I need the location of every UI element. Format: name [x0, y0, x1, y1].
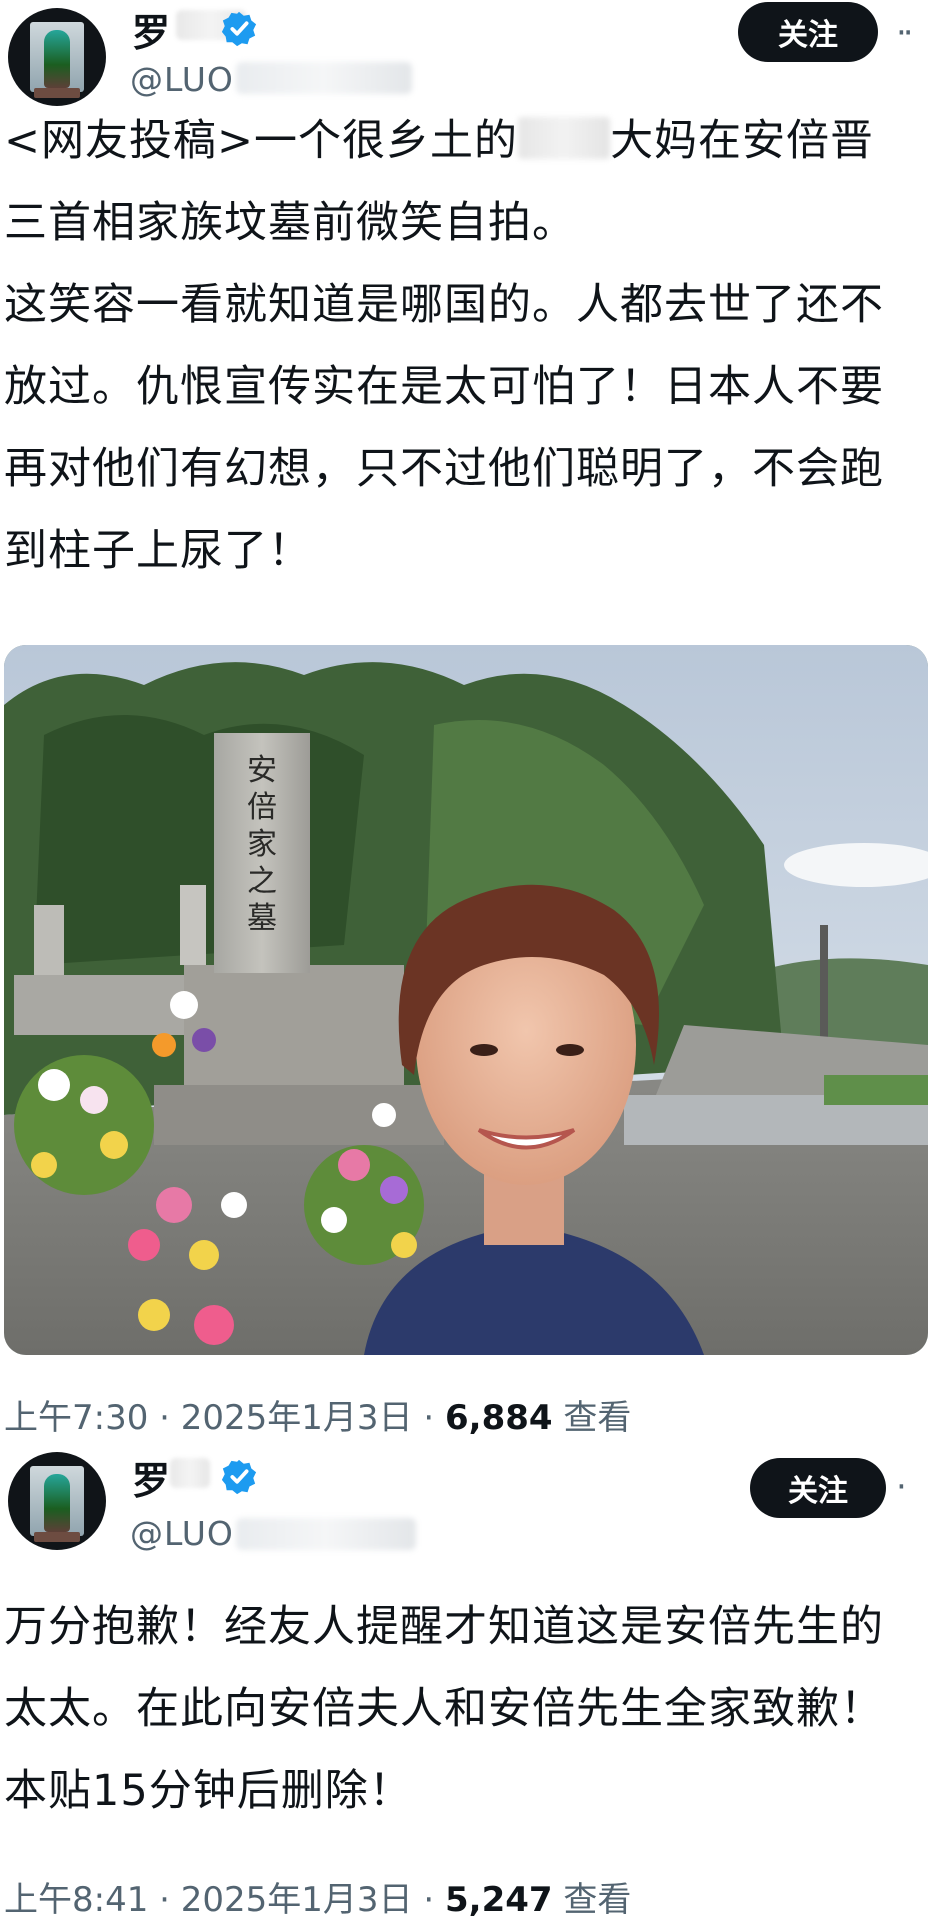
tweet-meta: 上午7:30 · 2025年1月3日 · 6,884 查看 — [4, 1390, 631, 1439]
hedge — [824, 1075, 928, 1105]
avatar-base — [34, 1532, 80, 1542]
tweet-card: 罗 @LUO 关注 · 万分抱歉！经友人提醒才知道这是安倍先生的 太太。在此向安… — [0, 1448, 930, 1920]
display-name[interactable]: 罗 — [132, 2, 171, 57]
avatar-figure — [44, 30, 70, 88]
more-options-icon[interactable]: ·· — [896, 16, 930, 50]
tombstone-char: 墓 — [247, 901, 277, 936]
small-stone — [34, 905, 64, 975]
redaction-blur — [236, 1518, 416, 1550]
tombstone-inscription: 安 倍 家 之 墓 — [247, 753, 277, 936]
tweet-meta: 上午8:41 · 2025年1月3日 · 5,247 查看 — [4, 1872, 631, 1921]
tweet-text-line: 再对他们有幻想，只不过他们聪明了，不会跑 — [4, 444, 884, 494]
tweet-text-segment: 大妈在安倍晋 — [610, 116, 875, 166]
tweet-text: <网友投稿>一个很乡土的 大妈在安倍晋 三首相家族坟墓前微笑自拍。 这笑容一看就知… — [4, 100, 928, 592]
eye — [556, 1044, 584, 1056]
redaction-blur — [236, 62, 412, 94]
tweet-text-line: 本贴15分钟后删除！ — [4, 1766, 413, 1816]
verified-badge-icon — [221, 1459, 257, 1495]
user-handle[interactable]: @LUO — [130, 1514, 234, 1553]
tombstone-platform — [154, 1085, 444, 1145]
eye — [470, 1044, 498, 1056]
tweet-text-line: 到柱子上尿了！ — [4, 526, 312, 576]
tweet-header: 罗 @LUO 关注 · — [0, 1448, 930, 1568]
tweet-text-line: 万分抱歉！经友人提醒才知道这是安倍先生的 — [4, 1602, 884, 1652]
tweet-text-line: 放过。仇恨宣传实在是太可怕了！日本人不要 — [4, 362, 884, 412]
timestamp[interactable]: 上午7:30 · 2025年1月3日 · — [4, 1398, 445, 1438]
avatar[interactable] — [8, 1452, 106, 1550]
small-stone — [180, 885, 206, 965]
avatar-base — [34, 88, 80, 98]
user-handle[interactable]: @LUO — [130, 60, 234, 99]
view-count: 5,247 — [445, 1880, 553, 1920]
tweet-card: 罗 @LUO 关注 ·· <网友投稿>一个很乡土的 大妈在安倍晋 三首相家族坟墓前… — [0, 0, 930, 1448]
tweet-text: 万分抱歉！经友人提醒才知道这是安倍先生的 太太。在此向安倍夫人和安倍先生全家致歉… — [4, 1586, 928, 1832]
avatar[interactable] — [8, 8, 106, 106]
tombstone-char: 之 — [247, 864, 277, 899]
tweet-text-line: 这笑容一看就知道是哪国的。人都去世了还不 — [4, 280, 884, 330]
redaction-blur — [170, 1458, 210, 1488]
avatar-figure — [44, 1474, 70, 1532]
tweet-text-line: <网友投稿>一个很乡土的 大妈在安倍晋 — [4, 100, 928, 182]
display-name[interactable]: 罗 — [132, 1450, 171, 1505]
redaction-blur — [518, 117, 611, 159]
follow-button[interactable]: 关注 — [738, 2, 878, 62]
timestamp[interactable]: 上午8:41 · 2025年1月3日 · — [4, 1880, 445, 1920]
views-label: 查看 — [552, 1880, 632, 1920]
view-count: 6,884 — [445, 1398, 553, 1438]
selfie-at-grave-image: 安 倍 家 之 墓 — [4, 645, 928, 1355]
tweet-text-line: 三首相家族坟墓前微笑自拍。 — [4, 198, 576, 248]
tweet-text-line: 太太。在此向安倍夫人和安倍先生全家致歉！ — [4, 1684, 884, 1734]
verified-badge-icon — [221, 11, 257, 47]
tweet-photo[interactable]: 安 倍 家 之 墓 — [4, 645, 928, 1355]
tombstone-char: 家 — [247, 827, 277, 862]
more-options-icon[interactable]: · — [896, 1470, 930, 1504]
follow-button[interactable]: 关注 — [750, 1458, 886, 1518]
tweet-text-segment: <网友投稿>一个很乡土的 — [4, 116, 519, 166]
views-label: 查看 — [552, 1398, 632, 1438]
tombstone-char: 倍 — [247, 790, 277, 825]
tombstone-char: 安 — [247, 753, 277, 788]
